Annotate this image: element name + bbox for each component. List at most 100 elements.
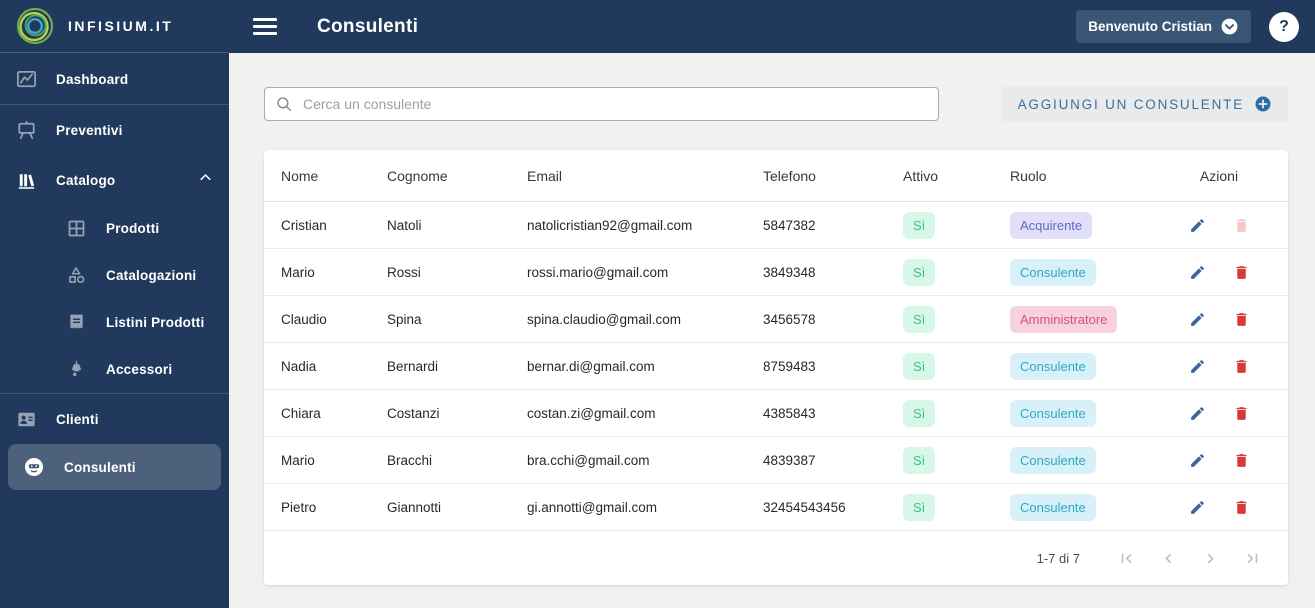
last-page-icon	[1246, 553, 1257, 563]
delete-button[interactable]	[1233, 499, 1250, 516]
help-button[interactable]: ?	[1269, 11, 1299, 42]
search-input[interactable]	[264, 87, 939, 121]
edit-button[interactable]	[1189, 499, 1206, 516]
cell-telefono: 3849348	[763, 264, 816, 280]
role-badge: Acquirente	[1010, 211, 1093, 239]
menu-toggle-icon[interactable]	[253, 18, 277, 35]
edit-button[interactable]	[1189, 405, 1206, 422]
trash-icon	[1236, 359, 1246, 373]
delete-button[interactable]	[1233, 358, 1250, 375]
cell-cognome: Bernardi	[387, 358, 439, 374]
sidebar-item-label: Clienti	[56, 411, 99, 427]
contact-card-icon	[14, 408, 38, 431]
shapes-icon	[64, 265, 88, 286]
cell-telefono: 4385843	[763, 405, 816, 421]
cell-cognome: Natoli	[387, 217, 422, 233]
cell-email: spina.claudio@gmail.com	[527, 311, 682, 327]
role-badge: Consulente	[1010, 258, 1096, 286]
cell-azioni	[1160, 452, 1278, 469]
cell-attivo: Sì	[903, 352, 1010, 380]
edit-button[interactable]	[1189, 311, 1206, 328]
trash-icon	[1236, 500, 1246, 514]
search-icon	[275, 95, 293, 118]
cell-ruolo: Consulente	[1010, 352, 1160, 380]
sidebar-item-consulenti[interactable]: Consulenti	[8, 444, 221, 490]
cell-email: gi.annotti@gmail.com	[527, 499, 658, 515]
sidebar-item-catalogazioni[interactable]: Catalogazioni	[0, 252, 229, 299]
delete-button[interactable]	[1233, 264, 1250, 281]
cell-nome: Cristian	[281, 217, 327, 233]
table-row: Mario Bracchi bra.cchi@gmail.com 4839387…	[264, 437, 1288, 484]
cell-azioni	[1160, 217, 1278, 234]
cell-attivo: Sì	[903, 211, 1010, 239]
delete-button[interactable]	[1233, 405, 1250, 422]
consultants-table-card: Nome Cognome Email Telefono Attivo Ruolo…	[264, 150, 1288, 585]
table-row: Cristian Natoli natolicristian92@gmail.c…	[264, 202, 1288, 249]
column-header-nome: Nome	[281, 167, 319, 184]
cell-azioni	[1160, 311, 1278, 328]
previous-page-button[interactable]	[1156, 546, 1180, 570]
cell-azioni	[1160, 405, 1278, 422]
role-badge: Consulente	[1010, 352, 1096, 380]
brand[interactable]: INFISIUM.IT	[0, 0, 229, 53]
content: AGGIUNGI UN CONSULENTE Nome Cognome Emai…	[229, 53, 1315, 608]
sidebar-item-catalogo[interactable]: Catalogo	[0, 155, 229, 205]
add-consultant-button[interactable]: AGGIUNGI UN CONSULENTE	[1001, 86, 1288, 122]
sidebar-item-label: Consulenti	[64, 459, 136, 475]
edit-button[interactable]	[1189, 217, 1206, 234]
sidebar-item-prodotti[interactable]: Prodotti	[0, 205, 229, 252]
easel-icon	[14, 119, 38, 142]
cell-email: bra.cchi@gmail.com	[527, 452, 650, 468]
cell-ruolo: Consulente	[1010, 446, 1160, 474]
cell-nome: Nadia	[281, 358, 317, 374]
cell-attivo: Sì	[903, 493, 1010, 521]
sidebar-item-accessori[interactable]: Accessori	[0, 346, 229, 393]
add-consultant-label: AGGIUNGI UN CONSULENTE	[1017, 96, 1244, 112]
delete-button[interactable]	[1233, 311, 1250, 328]
chevron-down-circle-icon	[1221, 18, 1238, 35]
active-badge: Sì	[903, 305, 936, 333]
first-page-icon	[1121, 553, 1132, 563]
cell-email: natolicristian92@gmail.com	[527, 217, 693, 233]
cell-nome: Pietro	[281, 499, 317, 515]
sidebar-item-clienti[interactable]: Clienti	[0, 394, 229, 444]
trash-icon	[1236, 453, 1246, 467]
next-page-button[interactable]	[1198, 546, 1222, 570]
sidebar-nav: Dashboard Preventivi Catalogo Prodotti C…	[0, 53, 229, 608]
cell-email: costan.zi@gmail.com	[527, 405, 656, 421]
help-icon: ?	[1279, 17, 1289, 35]
table-row: Pietro Giannotti gi.annotti@gmail.com 32…	[264, 484, 1288, 531]
edit-button[interactable]	[1189, 264, 1206, 281]
pencil-icon	[1190, 500, 1204, 514]
search-box	[264, 87, 939, 121]
edit-button[interactable]	[1189, 452, 1206, 469]
first-page-button[interactable]	[1114, 546, 1138, 570]
cell-cognome: Bracchi	[387, 452, 433, 468]
delete-button[interactable]	[1233, 452, 1250, 469]
active-badge: Sì	[903, 399, 936, 427]
cell-nome: Mario	[281, 452, 315, 468]
edit-button[interactable]	[1189, 358, 1206, 375]
cell-nome: Mario	[281, 264, 315, 280]
cell-attivo: Sì	[903, 446, 1010, 474]
support-agent-icon	[22, 455, 46, 479]
sidebar-item-dashboard[interactable]: Dashboard	[0, 55, 229, 105]
sidebar-item-listini-prodotti[interactable]: Listini Prodotti	[0, 299, 229, 346]
cell-azioni	[1160, 358, 1278, 375]
role-badge: Consulente	[1010, 446, 1096, 474]
trash-icon	[1236, 312, 1246, 326]
chevron-left-icon	[1164, 553, 1171, 563]
sidebar-item-label: Accessori	[106, 362, 173, 377]
last-page-button[interactable]	[1240, 546, 1264, 570]
sidebar-item-preventivi[interactable]: Preventivi	[0, 105, 229, 155]
cell-nome: Chiara	[281, 405, 321, 421]
cell-nome: Claudio	[281, 311, 327, 327]
cell-ruolo: Consulente	[1010, 399, 1160, 427]
user-menu-button[interactable]: Benvenuto Cristian	[1076, 10, 1251, 43]
column-header-email: Email	[527, 167, 563, 184]
active-badge: Sì	[903, 493, 936, 521]
cell-cognome: Costanzi	[387, 405, 440, 421]
chevron-up-icon	[198, 170, 213, 190]
column-header-telefono: Telefono	[763, 167, 816, 184]
role-badge: Consulente	[1010, 399, 1096, 427]
